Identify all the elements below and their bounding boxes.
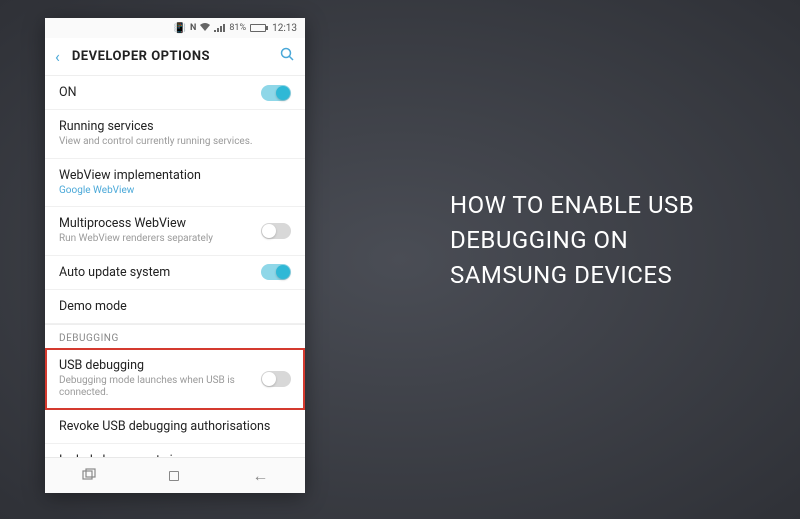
banner-title: HOW TO ENABLE USB DEBUGGING ON SAMSUNG D… [450,188,730,292]
item-title: Revoke USB debugging authorisations [59,419,291,434]
clock: 12:13 [272,23,297,34]
revoke-auth-item[interactable]: Revoke USB debugging authorisations [45,410,305,444]
wifi-icon [200,23,210,34]
webview-item[interactable]: WebView implementation Google WebView [45,159,305,208]
item-subtitle: Google WebView [59,185,291,198]
multiprocess-webview-item[interactable]: Multiprocess WebView Run WebView rendere… [45,207,305,256]
app-bar: ‹ DEVELOPER OPTIONS [45,38,305,76]
usb-debugging-toggle[interactable] [261,371,291,387]
settings-list: ON Running services View and control cur… [45,76,305,493]
home-icon[interactable] [169,471,179,481]
battery-icon [250,24,266,32]
status-bar: 📳 N 81% 12:13 [45,18,305,38]
item-title: USB debugging [59,358,291,373]
page-title: DEVELOPER OPTIONS [72,49,268,64]
master-toggle[interactable] [261,85,291,101]
item-subtitle: Debugging mode launches when USB is conn… [59,375,291,400]
recents-icon[interactable] [82,468,96,484]
navigation-bar: ← [45,457,305,493]
back-icon[interactable]: ‹ [55,47,60,66]
item-title: Auto update system [59,265,291,280]
master-toggle-row[interactable]: ON [45,76,305,110]
signal-icon [214,24,225,32]
item-title: WebView implementation [59,168,291,183]
battery-percent: 81% [229,23,246,33]
demo-mode-item[interactable]: Demo mode [45,290,305,324]
multiprocess-toggle[interactable] [261,223,291,239]
item-subtitle: Run WebView renderers separately [59,233,291,246]
usb-debugging-item[interactable]: USB debugging Debugging mode launches wh… [45,348,305,410]
auto-update-item[interactable]: Auto update system [45,256,305,290]
master-label: ON [59,85,77,100]
item-title: Demo mode [59,299,291,314]
back-nav-icon[interactable]: ← [252,466,268,486]
phone-screenshot: 📳 N 81% 12:13 ‹ DEVELOPER OPTIONS ON Run… [45,18,305,493]
auto-update-toggle[interactable] [261,264,291,280]
item-title: Multiprocess WebView [59,216,291,231]
search-icon[interactable] [280,47,295,66]
section-debugging: DEBUGGING [45,324,305,348]
vibrate-icon: 📳 [174,23,186,34]
nfc-icon: N [190,23,196,33]
item-subtitle: View and control currently running servi… [59,136,291,149]
item-title: Running services [59,119,291,134]
running-services-item[interactable]: Running services View and control curren… [45,110,305,159]
